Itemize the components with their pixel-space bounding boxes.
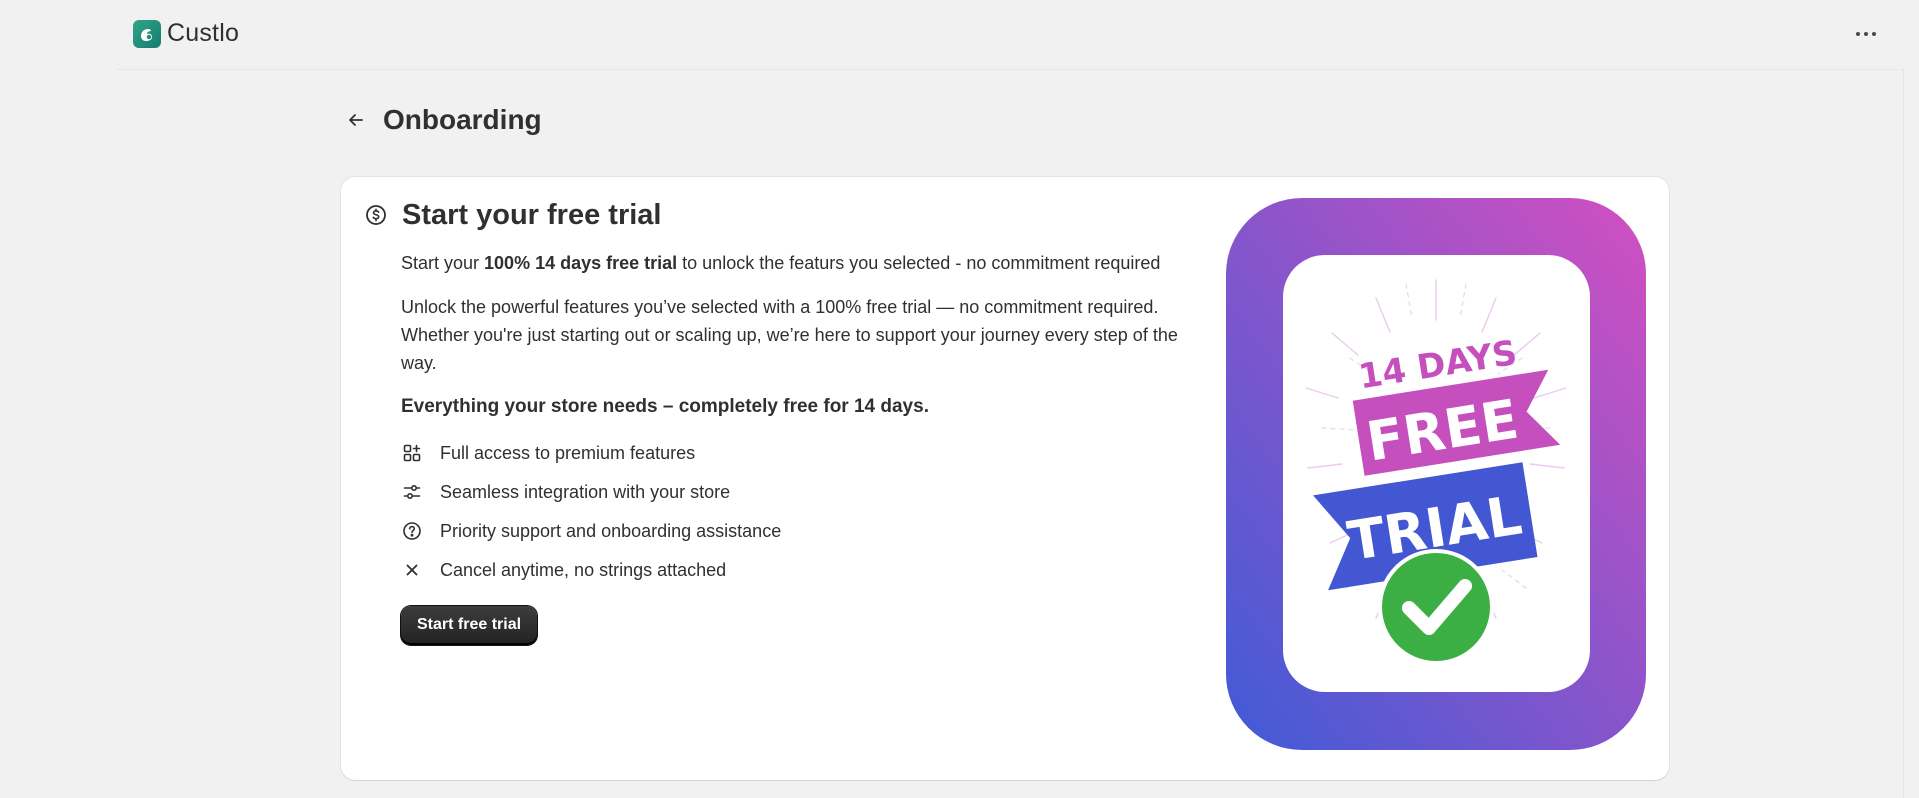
- divider: [1903, 70, 1904, 798]
- card-header: Start your free trial: [365, 199, 661, 232]
- description-text: Unlock the powerful features you’ve sele…: [401, 297, 1178, 373]
- app-logo-icon: [133, 19, 161, 48]
- dollar-circle-icon: [366, 204, 386, 225]
- page-title: Onboarding: [383, 104, 542, 135]
- intro-text: Start your 100% 14 days free trial to un…: [401, 249, 1191, 277]
- question-circle-icon: [401, 520, 423, 542]
- card-title: Start your free trial: [402, 199, 662, 231]
- more-actions-button[interactable]: [1850, 22, 1882, 46]
- feature-label: Priority support and onboarding assistan…: [440, 520, 782, 541]
- feature-label: Cancel anytime, no strings attached: [440, 559, 727, 580]
- list-item: Priority support and onboarding assistan…: [401, 511, 1191, 550]
- app-brand[interactable]: Custlo: [133, 19, 239, 48]
- dot-icon: [1864, 32, 1868, 36]
- feature-label: Full access to premium features: [440, 442, 696, 463]
- card-body: Start your 100% 14 days free trial to un…: [401, 249, 1191, 645]
- top-bar: Custlo: [116, 0, 1904, 70]
- start-free-trial-button[interactable]: Start free trial: [401, 606, 538, 645]
- list-item: Full access to premium features: [401, 433, 1191, 472]
- sliders-icon: [401, 481, 423, 503]
- intro-prefix: Start your: [401, 253, 485, 273]
- app-name: Custlo: [167, 19, 240, 47]
- intro-bold: 100% 14 days free trial: [484, 253, 678, 273]
- page-header: Onboarding: [340, 104, 542, 136]
- list-item: Cancel anytime, no strings attached: [401, 550, 1191, 589]
- dot-icon: [1856, 32, 1860, 36]
- dot-icon: [1872, 32, 1876, 36]
- free-trial-card: Start your free trial Start your 100% 14…: [341, 177, 1669, 780]
- feature-label: Seamless integration with your store: [440, 481, 731, 502]
- list-item: Seamless integration with your store: [401, 472, 1191, 511]
- features-heading: Everything your store needs – completely…: [401, 396, 929, 417]
- x-icon: [401, 559, 423, 581]
- arrow-left-icon: [349, 114, 363, 126]
- free-trial-illustration: 14 DAYS FREE TRIAL: [1226, 198, 1646, 750]
- intro-suffix: to unlock the featurs you selected - no …: [677, 253, 1161, 273]
- apps-icon: [401, 442, 423, 464]
- feature-list: Full access to premium features Seamless…: [401, 433, 1191, 589]
- back-button[interactable]: [340, 104, 372, 136]
